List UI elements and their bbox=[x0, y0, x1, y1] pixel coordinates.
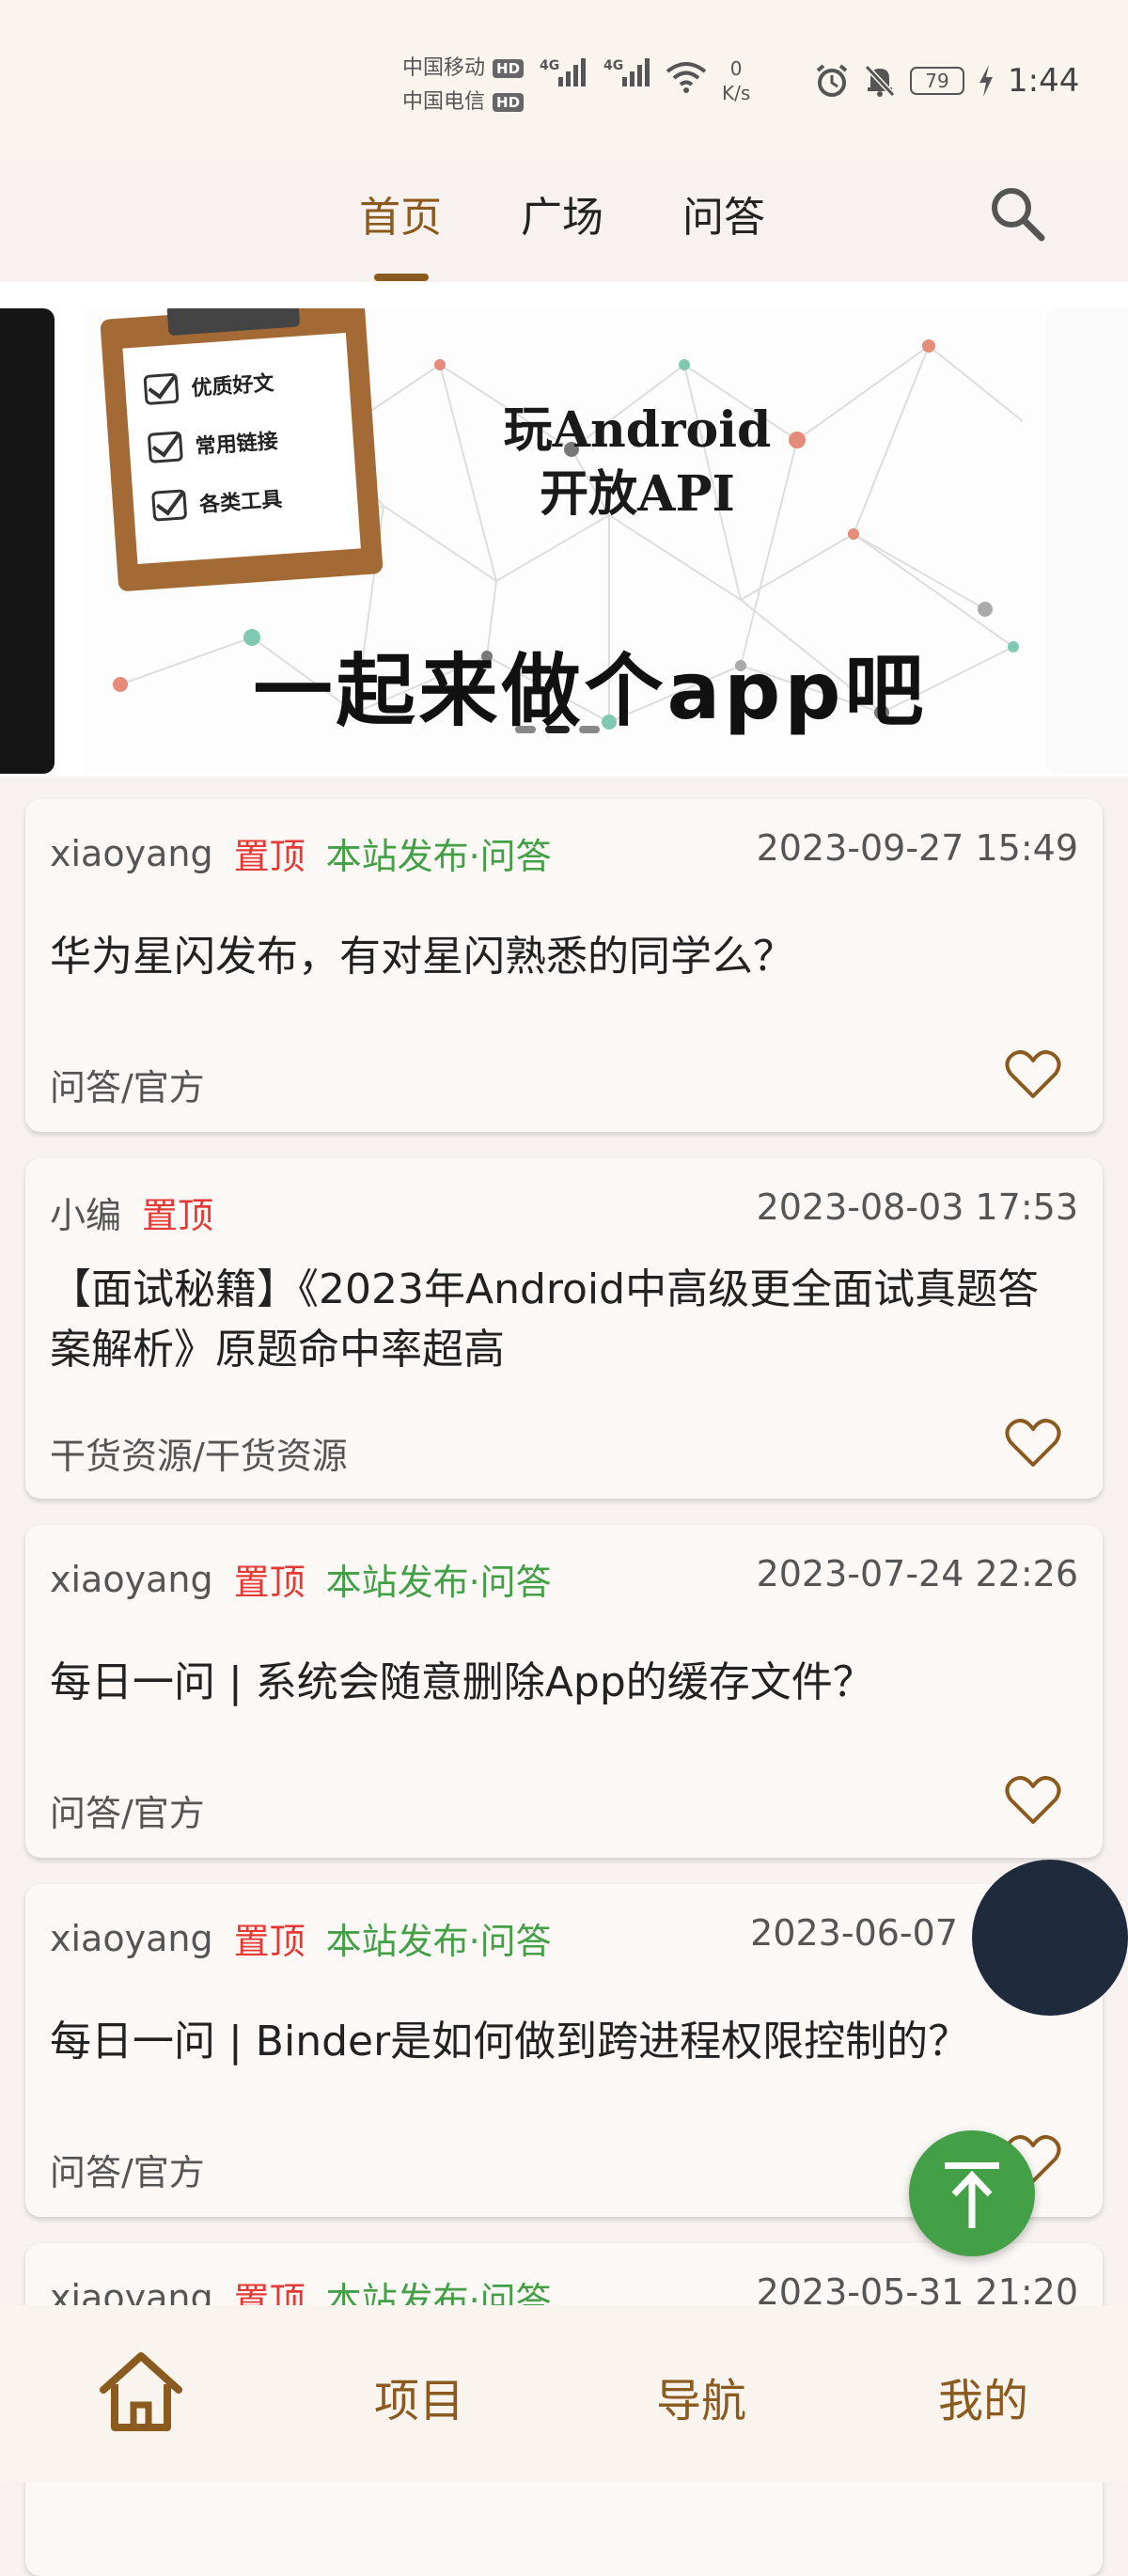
article-date: 2023-06-07 bbox=[750, 1912, 958, 1954]
banner-title: 玩Android 开放API bbox=[503, 401, 772, 523]
checklist-item: 常用链接 bbox=[147, 424, 279, 463]
battery-indicator: 79 bbox=[910, 67, 964, 95]
favorite-heart-icon[interactable] bbox=[1005, 1049, 1061, 1100]
nav-projects[interactable]: 项目 bbox=[374, 2364, 464, 2429]
article-author[interactable]: xiaoyang bbox=[50, 1918, 213, 1959]
tab-qa[interactable]: 问答 bbox=[682, 183, 765, 243]
next-slide[interactable] bbox=[1045, 308, 1128, 774]
source-tag: 本站发布·问答 bbox=[325, 1562, 552, 1603]
article-author[interactable]: 小编 bbox=[50, 1186, 121, 1238]
tab-square[interactable]: 广场 bbox=[521, 183, 603, 243]
article-title[interactable]: 【面试秘籍】《2023年Android中高级更全面试真题答案解析》原题命中率超高 bbox=[50, 1260, 1078, 1380]
carousel-indicator bbox=[515, 726, 600, 733]
hd-badge: HD bbox=[493, 59, 525, 78]
banner-slogan: 一起来做个app吧 bbox=[253, 645, 928, 737]
carrier-1: 中国移动 bbox=[402, 56, 486, 80]
signal-icon bbox=[622, 58, 650, 86]
alarm-icon bbox=[816, 64, 848, 97]
carrier-info: 中国移动 HD 中国电信 HD bbox=[402, 52, 525, 119]
source-tag: 本站发布·问答 bbox=[325, 1921, 552, 1962]
network-type-1: 4G bbox=[540, 58, 560, 73]
nav-navigation[interactable]: 导航 bbox=[656, 2364, 746, 2429]
network-speed: 0 K/s bbox=[722, 56, 750, 105]
source-tag: 本站发布·问答 bbox=[325, 836, 552, 877]
article-card[interactable]: 小编 置顶 2023-08-03 17:53 【面试秘籍】《2023年Andro… bbox=[25, 1158, 1103, 1499]
clock: 1:44 bbox=[1008, 62, 1080, 100]
pinned-tag: 置顶 bbox=[233, 836, 306, 877]
top-tab-bar: 首页 广场 问答 bbox=[0, 174, 1128, 281]
speed-value: 0 bbox=[729, 57, 743, 80]
carousel-dot bbox=[515, 726, 536, 733]
status-bar: 中国移动 HD 中国电信 HD 4G 4G 0 K/s 79 1:44 bbox=[0, 0, 1128, 160]
checkbox-icon bbox=[143, 372, 180, 406]
bell-muted-icon bbox=[864, 64, 896, 98]
arrow-up-icon bbox=[945, 2162, 999, 2228]
article-category[interactable]: 问答/官方 bbox=[50, 1059, 205, 1110]
carrier-2: 中国电信 bbox=[402, 90, 486, 114]
checklist-item: 优质好文 bbox=[143, 366, 274, 406]
pinned-tag: 置顶 bbox=[233, 1562, 306, 1603]
signal-icon bbox=[558, 58, 586, 86]
article-date: 2023-09-27 15:49 bbox=[756, 827, 1078, 869]
pinned-tag: 置顶 bbox=[142, 1195, 214, 1236]
speed-unit: K/s bbox=[722, 82, 751, 104]
tab-indicator bbox=[374, 274, 429, 281]
checkbox-icon bbox=[147, 431, 183, 463]
article-category[interactable]: 问答/官方 bbox=[50, 1784, 205, 1836]
article-date: 2023-07-24 22:26 bbox=[756, 1553, 1078, 1594]
network-type-2: 4G bbox=[603, 58, 624, 73]
article-category[interactable]: 问答/官方 bbox=[50, 2144, 205, 2195]
checkbox-icon bbox=[151, 489, 188, 522]
article-card[interactable]: xiaoyang 置顶 本站发布·问答 2023-07-24 22:26 每日一… bbox=[25, 1525, 1103, 1858]
scroll-to-top-button[interactable] bbox=[909, 2130, 1035, 2256]
banner-carousel[interactable]: 优质好文 常用链接 各类工具 玩Android 开放API 一起来做个app吧 bbox=[0, 282, 1128, 777]
article-title[interactable]: 华为星闪发布，有对星闪熟悉的同学么？ bbox=[50, 927, 1078, 987]
article-card[interactable]: xiaoyang 置顶 本站发布·问答 2023-09-27 15:49 华为星… bbox=[25, 799, 1103, 1132]
previous-slide[interactable] bbox=[0, 308, 55, 774]
wifi-icon bbox=[666, 62, 707, 93]
nav-mine[interactable]: 我的 bbox=[938, 2364, 1028, 2429]
tab-home[interactable]: 首页 bbox=[359, 183, 442, 243]
clipboard-paper: 优质好文 常用链接 各类工具 bbox=[122, 332, 361, 565]
hd-badge: HD bbox=[493, 93, 525, 112]
search-icon[interactable] bbox=[985, 181, 1051, 247]
article-title[interactable]: 每日一问 | 系统会随意删除App的缓存文件？ bbox=[50, 1653, 1078, 1713]
carousel-dot bbox=[579, 726, 600, 733]
floating-ball[interactable] bbox=[972, 1860, 1128, 2016]
article-title[interactable]: 每日一问 | Binder是如何做到跨进程权限控制的？ bbox=[50, 2012, 1078, 2072]
bottom-navigation: 项目 导航 我的 bbox=[0, 2305, 1128, 2482]
favorite-heart-icon[interactable] bbox=[1005, 1775, 1061, 1826]
pinned-tag: 置顶 bbox=[233, 1921, 306, 1962]
article-date: 2023-08-03 17:53 bbox=[756, 1186, 1078, 1228]
banner-slide[interactable]: 优质好文 常用链接 各类工具 玩Android 开放API 一起来做个app吧 bbox=[83, 308, 1043, 774]
favorite-heart-icon[interactable] bbox=[1005, 1418, 1061, 1469]
clip bbox=[166, 308, 301, 337]
checklist-item: 各类工具 bbox=[151, 482, 283, 522]
charging-icon bbox=[979, 65, 993, 97]
article-category[interactable]: 干货资源/干货资源 bbox=[50, 1427, 348, 1479]
clipboard-illustration: 优质好文 常用链接 各类工具 bbox=[100, 308, 384, 592]
home-icon[interactable] bbox=[98, 2350, 184, 2433]
article-author[interactable]: xiaoyang bbox=[50, 833, 213, 874]
article-author[interactable]: xiaoyang bbox=[50, 1559, 213, 1600]
carousel-dot-active bbox=[545, 726, 570, 733]
